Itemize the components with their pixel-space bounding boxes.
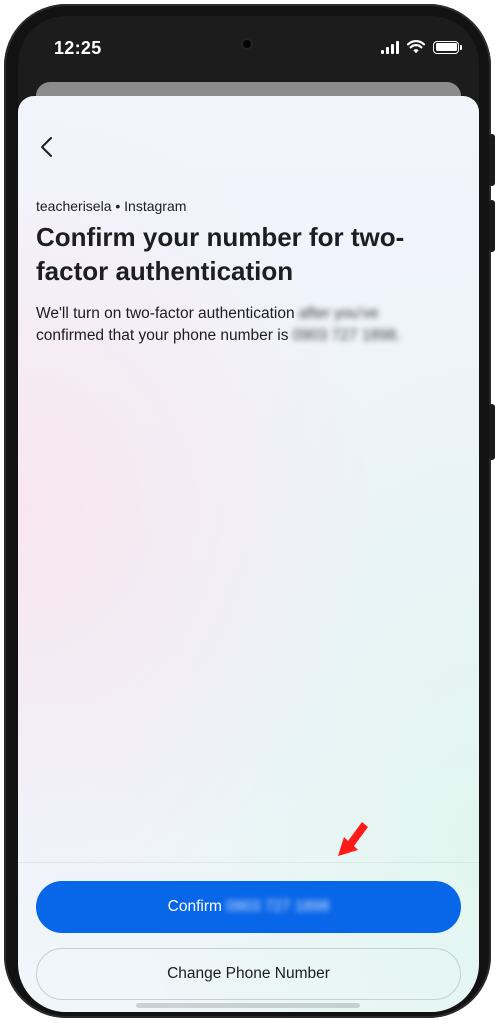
red-arrow-annotation-icon (338, 822, 368, 856)
description-blurred-text: after you've (298, 305, 379, 322)
confirm-blurred-number: 0903 727 1898 (225, 898, 330, 915)
status-time: 12:25 (54, 38, 102, 58)
blurred-phone-number: 0903 727 1898. (292, 327, 401, 344)
front-camera (241, 38, 253, 50)
account-line: teacherisela • Instagram (36, 198, 187, 214)
status-bar: 12:25 (18, 16, 479, 80)
description-text-line2: confirmed that your phone number is (36, 327, 289, 344)
page-title: Confirm your number for two-factor authe… (36, 222, 405, 286)
change-phone-number-button[interactable]: Change Phone Number (36, 948, 461, 1000)
cellular-signal-icon (381, 40, 399, 54)
description: We'll turn on two-factor authentication … (36, 303, 466, 347)
back-button[interactable] (32, 132, 62, 162)
volume-down-button (489, 200, 495, 252)
power-button (489, 404, 495, 460)
change-phone-number-label: Change Phone Number (167, 965, 330, 982)
battery-icon (433, 40, 462, 54)
wifi-icon (407, 40, 425, 54)
footer-divider (18, 862, 479, 863)
chevron-left-icon (41, 137, 52, 157)
home-indicator (136, 1003, 360, 1008)
confirm-label: Confirm (167, 898, 222, 915)
volume-up-button (489, 134, 495, 186)
confirm-button[interactable]: Confirm 0903 727 1898 (36, 881, 461, 933)
description-text: We'll turn on two-factor authentication (36, 305, 295, 322)
status-icons (381, 40, 462, 54)
phone-screen: 12:25 teacherisela • Instagram Confirm y… (18, 16, 479, 1012)
two-factor-confirm-sheet: teacherisela • Instagram Confirm your nu… (18, 96, 479, 1012)
